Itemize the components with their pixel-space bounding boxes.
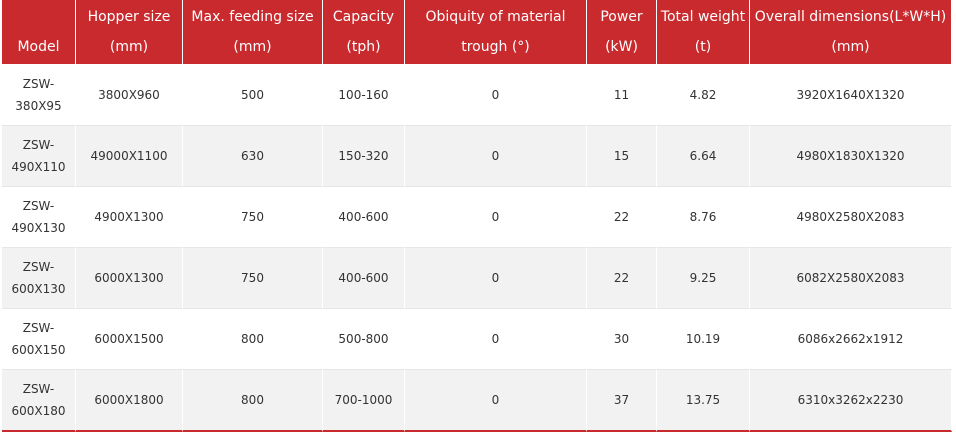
cell-overall-dimensions: 4980X2580X2083	[750, 187, 952, 248]
cell-model: ZSW- 490X110	[2, 126, 76, 187]
cell-overall-dimensions: 6086x2662x1912	[750, 309, 952, 370]
header-power: Power (kW)	[587, 0, 657, 65]
cell-power: 11	[587, 65, 657, 126]
header-capacity: Capacity (tph)	[323, 0, 405, 65]
cell-total-weight: 10.19	[657, 309, 750, 370]
table-row: ZSW- 490X130 4900X1300 750 400-600 0 22 8…	[2, 187, 952, 248]
cell-obiquity: 0	[405, 248, 587, 309]
cell-hopper-size: 6000X1500	[76, 309, 183, 370]
cell-max-feeding-size: 500	[183, 65, 323, 126]
cell-total-weight: 6.64	[657, 126, 750, 187]
cell-capacity: 500-800	[323, 309, 405, 370]
cell-overall-dimensions: 6082X2580X2083	[750, 248, 952, 309]
table-row: ZSW- 380X95 3800X960 500 100-160 0 11 4.8…	[2, 65, 952, 126]
cell-max-feeding-size: 750	[183, 248, 323, 309]
cell-obiquity: 0	[405, 187, 587, 248]
cell-power: 15	[587, 126, 657, 187]
cell-obiquity: 0	[405, 309, 587, 370]
cell-total-weight: 8.76	[657, 187, 750, 248]
cell-max-feeding-size: 800	[183, 309, 323, 370]
cell-capacity: 100-160	[323, 65, 405, 126]
cell-overall-dimensions: 3920X1640X1320	[750, 65, 952, 126]
cell-obiquity: 0	[405, 126, 587, 187]
header-max-feeding-size: Max. feeding size (mm)	[183, 0, 323, 65]
cell-obiquity: 0	[405, 65, 587, 126]
table-row: ZSW- 600X150 6000X1500 800 500-800 0 30 1…	[2, 309, 952, 370]
cell-obiquity: 0	[405, 370, 587, 432]
header-model: Model	[2, 0, 76, 65]
cell-overall-dimensions: 4980X1830X1320	[750, 126, 952, 187]
cell-power: 22	[587, 248, 657, 309]
specifications-table: Model Hopper size (mm) Max. feeding size(…	[2, 0, 952, 432]
cell-capacity: 400-600	[323, 187, 405, 248]
cell-model: ZSW- 490X130	[2, 187, 76, 248]
header-total-weight: Total weight (t)	[657, 0, 750, 65]
cell-max-feeding-size: 630	[183, 126, 323, 187]
cell-power: 30	[587, 309, 657, 370]
header-obiquity: Obiquity of material trough (°)	[405, 0, 587, 65]
cell-hopper-size: 6000X1300	[76, 248, 183, 309]
cell-capacity: 700-1000	[323, 370, 405, 432]
header-row: Model Hopper size (mm) Max. feeding size(…	[2, 0, 952, 65]
cell-model: ZSW- 600X150	[2, 309, 76, 370]
header-overall-dimensions: Overall dimensions(L*W*H) (mm)	[750, 0, 952, 65]
cell-hopper-size: 49000X1100	[76, 126, 183, 187]
cell-hopper-size: 3800X960	[76, 65, 183, 126]
cell-power: 37	[587, 370, 657, 432]
table-row: ZSW- 490X110 49000X1100 630 150-320 0 15 …	[2, 126, 952, 187]
table-row: ZSW- 600X130 6000X1300 750 400-600 0 22 9…	[2, 248, 952, 309]
cell-max-feeding-size: 800	[183, 370, 323, 432]
cell-total-weight: 13.75	[657, 370, 750, 432]
cell-power: 22	[587, 187, 657, 248]
cell-hopper-size: 4900X1300	[76, 187, 183, 248]
cell-model: ZSW- 600X130	[2, 248, 76, 309]
cell-model: ZSW- 380X95	[2, 65, 76, 126]
cell-capacity: 400-600	[323, 248, 405, 309]
header-hopper-size: Hopper size (mm)	[76, 0, 183, 65]
cell-total-weight: 9.25	[657, 248, 750, 309]
cell-overall-dimensions: 6310x3262x2230	[750, 370, 952, 432]
table-row: ZSW- 600X180 6000X1800 800 700-1000 0 37 …	[2, 370, 952, 432]
cell-capacity: 150-320	[323, 126, 405, 187]
cell-total-weight: 4.82	[657, 65, 750, 126]
cell-hopper-size: 6000X1800	[76, 370, 183, 432]
cell-max-feeding-size: 750	[183, 187, 323, 248]
cell-model: ZSW- 600X180	[2, 370, 76, 432]
